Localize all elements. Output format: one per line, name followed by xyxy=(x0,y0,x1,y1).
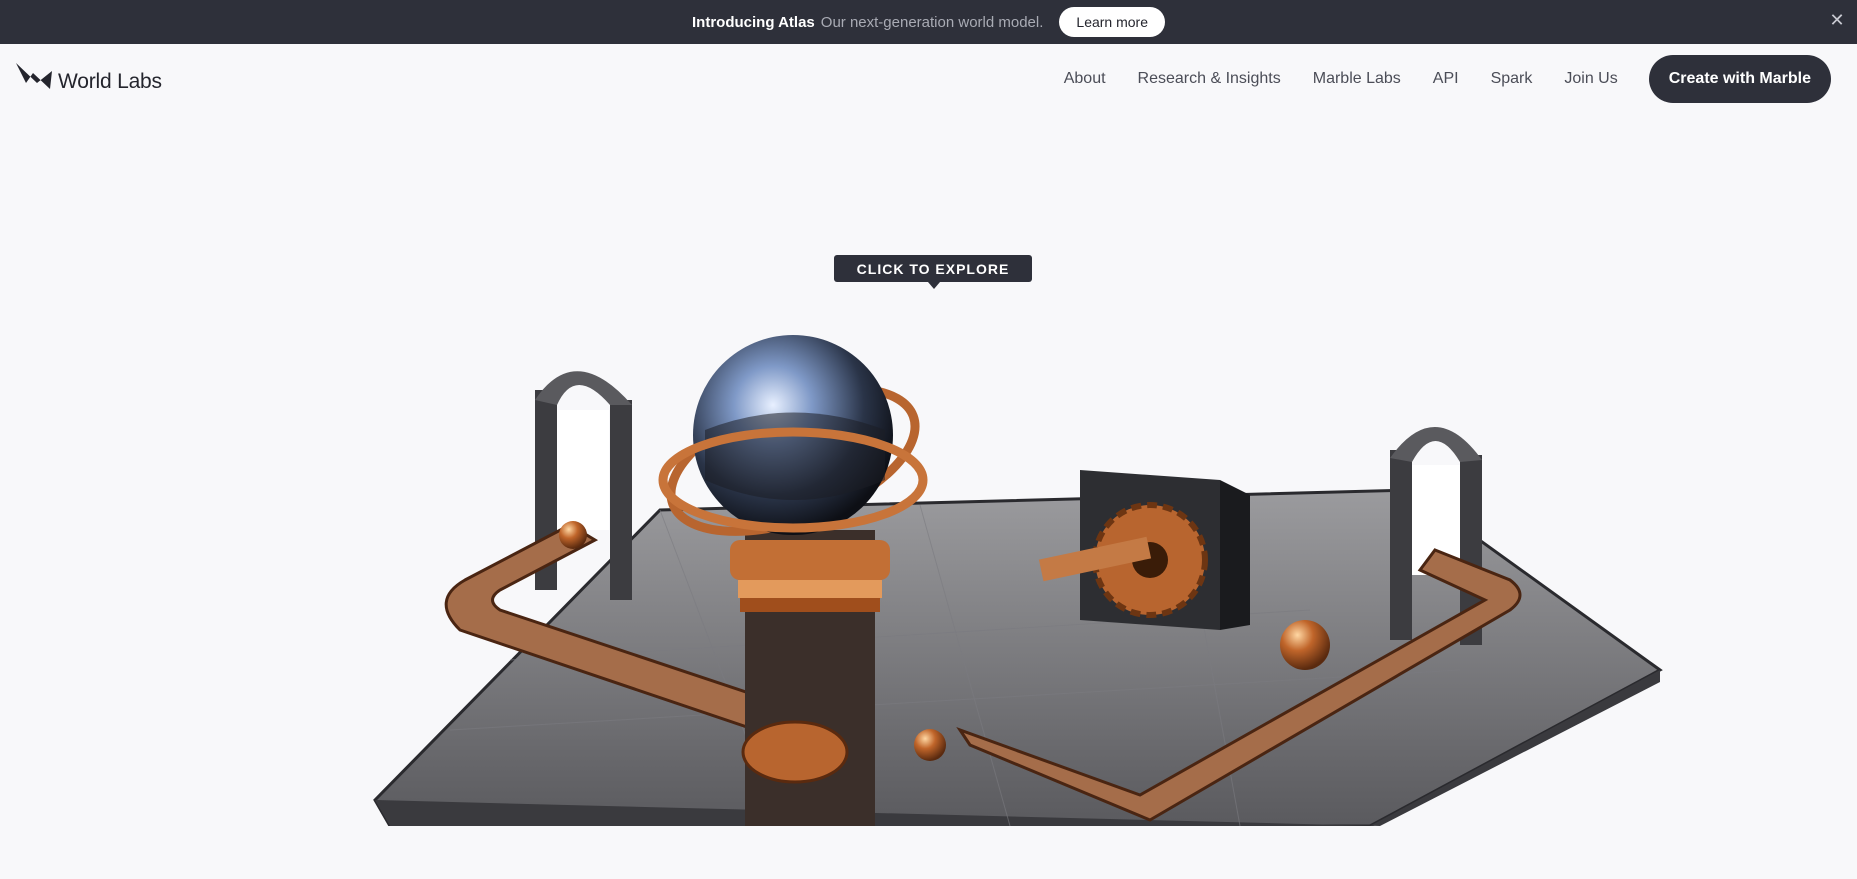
create-with-marble-button[interactable]: Create with Marble xyxy=(1648,55,1831,103)
nav-research-insights[interactable]: Research & Insights xyxy=(1138,70,1281,88)
close-icon[interactable]: ✕ xyxy=(1825,8,1849,32)
nav-about[interactable]: About xyxy=(1064,70,1106,88)
base-disc xyxy=(741,720,849,784)
copper-ball-center xyxy=(914,729,946,761)
copper-ball-right xyxy=(1280,620,1330,670)
world-labs-logo-icon xyxy=(16,63,52,89)
logo-link[interactable]: World Labs xyxy=(15,60,162,94)
nav-api[interactable]: API xyxy=(1433,70,1459,88)
nav-join-us[interactable]: Join Us xyxy=(1564,70,1617,88)
learn-more-button[interactable]: Learn more xyxy=(1059,7,1165,37)
site-header: World Labs About Research & Insights Mar… xyxy=(0,44,1857,116)
hero-3d-scene[interactable] xyxy=(360,280,1760,826)
copper-ball-left xyxy=(559,521,587,549)
click-to-explore-tooltip[interactable]: CLICK TO EXPLORE xyxy=(834,255,1032,289)
announcement-title: Introducing Atlas xyxy=(692,13,815,31)
nav-marble-labs[interactable]: Marble Labs xyxy=(1313,70,1401,88)
brand-name: World Labs xyxy=(58,70,162,93)
left-arch xyxy=(535,371,632,600)
announcement-subtitle: Our next-generation world model. xyxy=(820,13,1044,31)
main-nav: About Research & Insights Marble Labs AP… xyxy=(1064,55,1831,103)
announcement-bar: Introducing Atlas Our next-generation wo… xyxy=(0,0,1857,44)
nav-spark[interactable]: Spark xyxy=(1491,70,1533,88)
